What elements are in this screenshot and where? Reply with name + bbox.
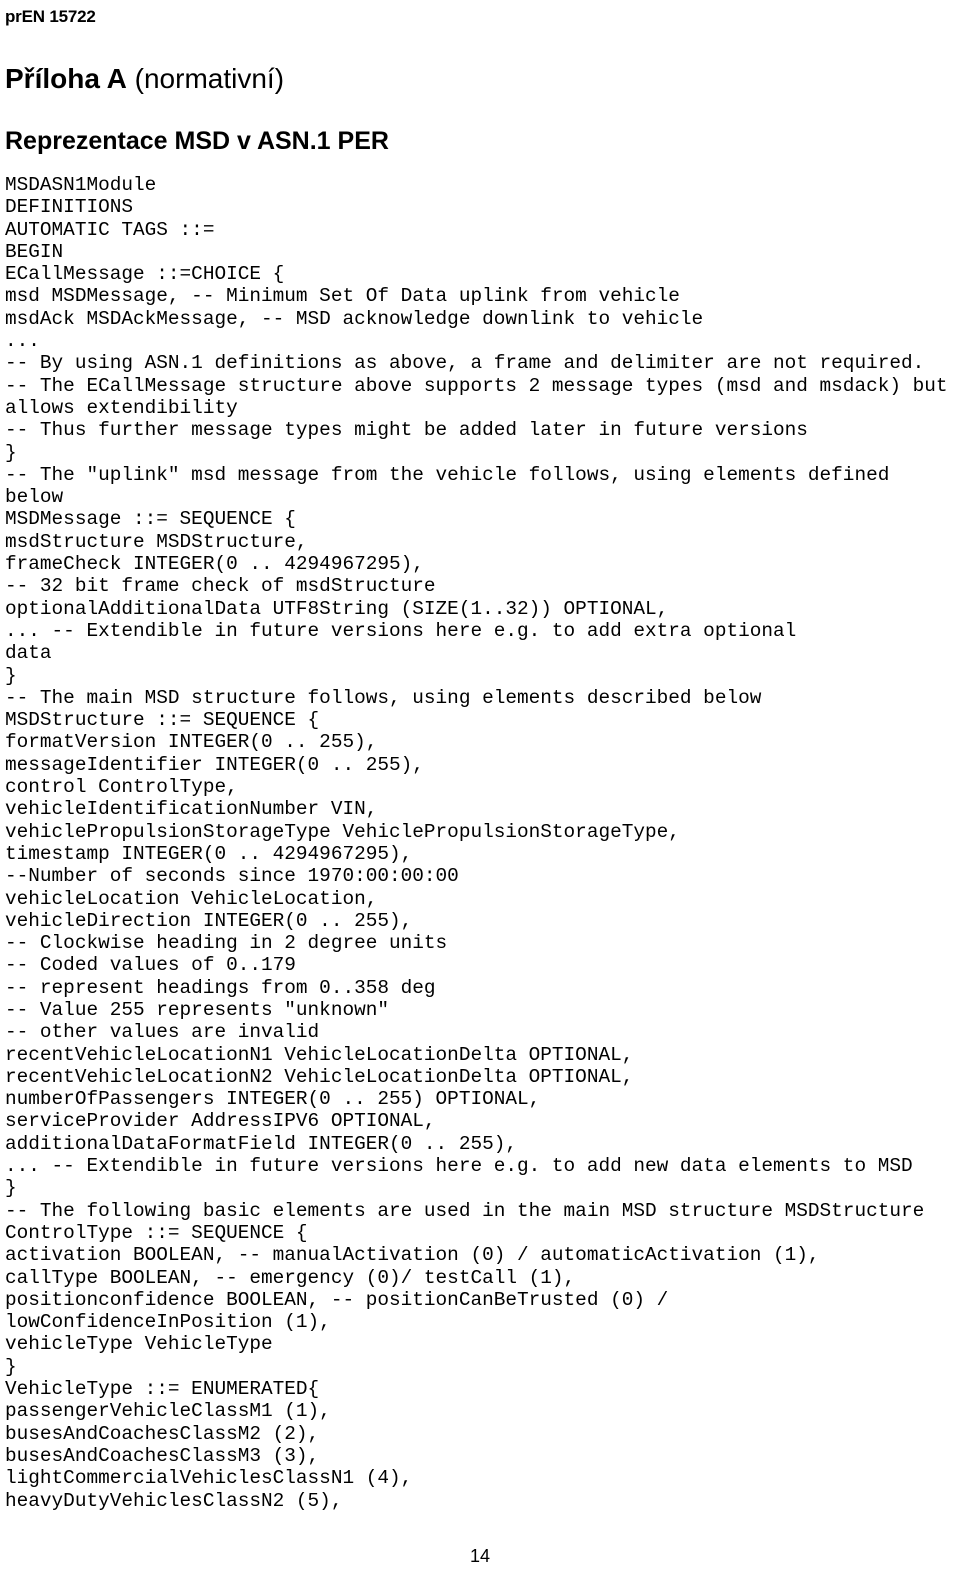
annex-heading-normative-part: (normativní) [126,63,285,94]
code-line: -- Clockwise heading in 2 degree units [5,932,448,955]
code-line: msd MSDMessage, -- Minimum Set Of Data u… [5,285,680,308]
code-line: -- other values are invalid [5,1021,320,1044]
code-line: vehiclePropulsionStorageType VehicleProp… [5,820,680,843]
code-line: busesAndCoachesClassM2 (2), [5,1422,320,1445]
code-line: recentVehicleLocationN2 VehicleLocationD… [5,1065,634,1088]
code-line: control ControlType, [5,776,238,799]
running-header: prEN 15722 [5,7,96,26]
code-line: -- The ECallMessage structure above supp… [5,374,948,397]
code-line: -- Coded values of 0..179 [5,954,296,977]
code-line: passengerVehicleClassM1 (1), [5,1400,331,1423]
code-line: MSDASN1Module [5,174,157,196]
code-line: -- The following basic elements are used… [5,1199,925,1222]
section-heading: Reprezentace MSD v ASN.1 PER [5,127,389,155]
code-line: activation BOOLEAN, -- manualActivation … [5,1244,820,1267]
code-line: serviceProvider AddressIPV6 OPTIONAL, [5,1110,436,1133]
code-line: vehicleLocation VehicleLocation, [5,887,378,910]
code-line: additionalDataFormatField INTEGER(0 .. 2… [5,1132,517,1155]
code-line: MSDMessage ::= SEQUENCE { [5,508,296,531]
annex-heading-bold-part: Příloha A [5,63,127,94]
code-line: formatVersion INTEGER(0 .. 255), [5,731,378,754]
code-line: below [5,486,64,509]
code-line: data [5,642,52,665]
code-line: frameCheck INTEGER(0 .. 4294967295), [5,553,424,576]
page-number: 14 [469,1546,491,1566]
code-line: -- By using ASN.1 definitions as above, … [5,352,925,375]
annex-heading: Příloha A (normativní) [5,62,955,96]
code-line: -- Thus further message types might be a… [5,419,808,442]
code-line: ... [5,330,40,353]
code-line: AUTOMATIC TAGS ::= [5,218,215,241]
document-page: prEN 15722 Příloha A (normativní) Reprez… [0,0,960,1581]
code-line: } [5,1177,17,1200]
code-line: vehicleDirection INTEGER(0 .. 255), [5,909,413,932]
code-line: lowConfidenceInPosition (1), [5,1311,331,1334]
code-line: ControlType ::= SEQUENCE { [5,1221,308,1244]
code-line: vehicleIdentificationNumber VIN, [5,798,378,821]
code-line: recentVehicleLocationN1 VehicleLocationD… [5,1043,634,1066]
code-line: heavyDutyVehiclesClassN2 (5), [5,1489,343,1512]
code-line: BEGIN [5,240,64,263]
code-line: } [5,664,17,687]
code-line: -- Value 255 represents "unknown" [5,998,389,1021]
code-line: -- The "uplink" msd message from the veh… [5,463,890,486]
code-line: } [5,1355,17,1378]
code-line: DEFINITIONS [5,196,133,219]
code-line: ... -- Extendible in future versions her… [5,1155,913,1178]
code-line: -- 32 bit frame check of msdStructure [5,575,436,598]
code-line: vehicleType VehicleType [5,1333,273,1356]
code-line: ECallMessage ::=CHOICE { [5,263,285,286]
code-line: -- represent headings from 0..358 deg [5,976,436,999]
code-line: } [5,441,17,464]
code-line: timestamp INTEGER(0 .. 4294967295), [5,842,413,865]
code-line: -- The main MSD structure follows, using… [5,686,762,709]
asn1-code-block: MSDASN1Module DEFINITIONS AUTOMATIC TAGS :… [5,174,955,1512]
code-line: VehicleType ::= ENUMERATED{ [5,1378,320,1401]
code-line: --Number of seconds since 1970:00:00:00 [5,865,459,888]
code-line: MSDStructure ::= SEQUENCE { [5,709,320,732]
code-line: msdStructure MSDStructure, [5,530,308,553]
code-line: msdAck MSDAckMessage, -- MSD acknowledge… [5,307,704,330]
code-line: busesAndCoachesClassM3 (3), [5,1444,320,1467]
code-line: numberOfPassengers INTEGER(0 .. 255) OPT… [5,1088,541,1111]
code-line: ... -- Extendible in future versions her… [5,619,797,642]
code-line: callType BOOLEAN, -- emergency (0)/ test… [5,1266,576,1289]
code-line: positionconfidence BOOLEAN, -- positionC… [5,1288,669,1311]
code-line: messageIdentifier INTEGER(0 .. 255), [5,753,424,776]
code-line: optionalAdditionalData UTF8String (SIZE(… [5,597,669,620]
code-line: allows extendibility [5,396,238,419]
code-line: lightCommercialVehiclesClassN1 (4), [5,1467,413,1490]
